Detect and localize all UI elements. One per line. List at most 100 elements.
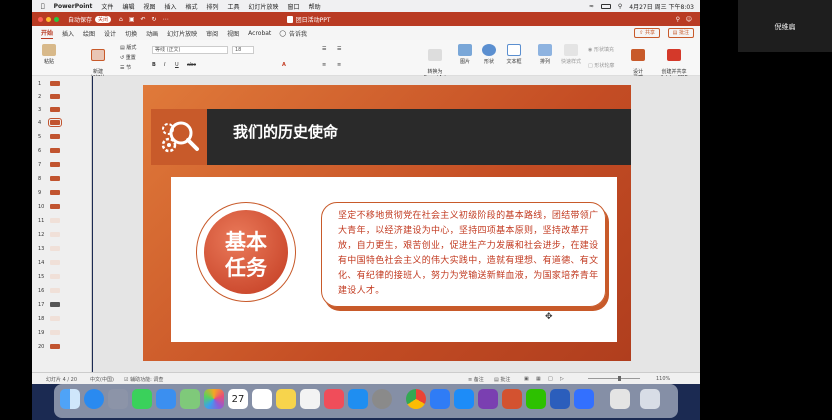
font-size-select[interactable]: 18: [232, 46, 254, 54]
shapes-button[interactable]: 形状: [480, 44, 498, 65]
slide-thumbnail[interactable]: 7: [38, 160, 88, 170]
slide-thumbnail[interactable]: 17: [38, 300, 88, 310]
layout-button[interactable]: ▤ 版式: [120, 44, 136, 51]
tab-view[interactable]: 视图: [227, 29, 239, 38]
strikethrough-button[interactable]: abc: [187, 62, 196, 68]
news-icon[interactable]: [324, 389, 344, 409]
tab-design[interactable]: 设计: [104, 29, 116, 38]
reading-view-icon[interactable]: □: [548, 376, 553, 382]
slide-thumbnail[interactable]: 16: [38, 286, 88, 296]
menu-insert[interactable]: 插入: [164, 2, 176, 11]
align-center-icon[interactable]: ≡: [337, 62, 341, 68]
wechat-icon[interactable]: [526, 389, 546, 409]
safari-icon[interactable]: [84, 389, 104, 409]
feishu-icon[interactable]: [430, 389, 450, 409]
slide-thumbnail[interactable]: 14: [38, 258, 88, 268]
tab-insert[interactable]: 插入: [62, 29, 74, 38]
menu-file[interactable]: 文件: [101, 2, 113, 11]
slide-thumbnail[interactable]: 3: [38, 105, 88, 115]
menubar-clock[interactable]: 4月27日 周三 下午8:03: [629, 2, 694, 11]
menu-tools[interactable]: 工具: [228, 2, 240, 11]
tab-animations[interactable]: 动画: [146, 29, 158, 38]
downloads-stack-icon[interactable]: [610, 389, 630, 409]
current-slide[interactable]: 我们的历史使命 基本 任务 坚定不移地贯彻党在社会主义初级阶段的基本路线，团结带…: [143, 85, 631, 361]
autosave-toggle[interactable]: 关闭: [95, 15, 112, 23]
share-button[interactable]: ⇧ 共享: [634, 28, 660, 38]
zoom-slider[interactable]: [588, 378, 640, 379]
tab-transitions[interactable]: 切换: [125, 29, 137, 38]
slide-header-bar[interactable]: 我们的历史使命: [151, 109, 631, 165]
textbox-button[interactable]: 文本框: [504, 44, 524, 65]
slide-thumbnail[interactable]: 15: [38, 272, 88, 282]
mission-text-box[interactable]: 坚定不移地贯彻党在社会主义初级阶段的基本路线，团结带领广大青年，以经济建设为中心…: [321, 202, 606, 307]
tab-slideshow[interactable]: 幻灯片放映: [167, 29, 197, 38]
comments-button[interactable]: ▤ 批注: [667, 28, 694, 38]
sorter-view-icon[interactable]: ▦: [536, 376, 541, 382]
bold-button[interactable]: B: [152, 62, 156, 68]
bullets-icon[interactable]: ☰: [322, 46, 326, 52]
zoom-window-button[interactable]: [54, 16, 59, 22]
slide-thumbnail[interactable]: 5: [38, 132, 88, 142]
picture-button[interactable]: 图片: [456, 44, 474, 65]
slide-thumbnail[interactable]: 8: [38, 174, 88, 184]
account-icon[interactable]: ☺: [686, 16, 692, 23]
search-icon[interactable]: ⚲: [618, 3, 622, 10]
messages-icon[interactable]: [132, 389, 152, 409]
close-window-button[interactable]: [38, 16, 43, 22]
notes-icon[interactable]: [276, 389, 296, 409]
zoom-level[interactable]: 110%: [656, 376, 670, 382]
menu-help[interactable]: 帮助: [309, 2, 321, 11]
zoom-slider-thumb[interactable]: [618, 376, 621, 381]
onenote-icon[interactable]: [478, 389, 498, 409]
paste-button[interactable]: 粘贴: [38, 44, 60, 65]
menu-app-name[interactable]: PowerPoint: [54, 3, 93, 10]
menu-arrange[interactable]: 排列: [207, 2, 219, 11]
word-icon[interactable]: [550, 389, 570, 409]
shape-outline-button[interactable]: □ 形状轮廓: [588, 62, 614, 69]
slide-thumbnail[interactable]: 1: [38, 79, 88, 89]
font-color-button[interactable]: A: [282, 62, 286, 68]
notes-button[interactable]: ≡ 备注: [468, 376, 484, 383]
task-circle[interactable]: 基本 任务: [196, 202, 296, 302]
status-comments-button[interactable]: ▤ 批注: [494, 376, 510, 383]
freeform-icon[interactable]: [300, 389, 320, 409]
dingtalk-icon[interactable]: [454, 389, 474, 409]
slide-thumbnail[interactable]: 11: [38, 216, 88, 226]
italic-button[interactable]: I: [164, 62, 165, 68]
menu-window[interactable]: 窗口: [288, 2, 300, 11]
tab-acrobat[interactable]: Acrobat: [248, 30, 271, 37]
more-icon[interactable]: ⋯: [163, 16, 169, 23]
menu-view[interactable]: 视图: [143, 2, 155, 11]
tell-me-field[interactable]: 告诉我: [289, 29, 307, 38]
slide-thumbnail[interactable]: 12: [38, 230, 88, 240]
wifi-icon[interactable]: ≈: [589, 3, 594, 10]
slide-thumbnail[interactable]: 20: [38, 342, 88, 352]
tab-review[interactable]: 审阅: [206, 29, 218, 38]
launchpad-icon[interactable]: [108, 389, 128, 409]
shape-fill-button[interactable]: ◉ 形状填充: [588, 46, 614, 53]
system-settings-icon[interactable]: [372, 389, 392, 409]
finder-icon[interactable]: [60, 389, 80, 409]
language-status[interactable]: 中文(中国): [90, 376, 114, 383]
align-left-icon[interactable]: ≡: [322, 62, 326, 68]
undo-icon[interactable]: ↶: [141, 16, 146, 23]
font-family-select[interactable]: 等线 (正文): [152, 46, 228, 54]
accessibility-status[interactable]: ☑ 辅助功能: 调查: [124, 376, 163, 383]
tab-draw[interactable]: 绘图: [83, 29, 95, 38]
slide-thumbnail[interactable]: 19: [38, 328, 88, 338]
menu-format[interactable]: 格式: [185, 2, 197, 11]
redo-icon[interactable]: ↻: [152, 16, 157, 23]
slide-thumbnail[interactable]: 10: [38, 202, 88, 212]
apple-icon[interactable]: : [41, 3, 45, 10]
underline-button[interactable]: U: [175, 62, 179, 68]
calendar-icon[interactable]: 27: [228, 389, 248, 409]
tab-home[interactable]: 开始: [41, 28, 54, 39]
reset-button[interactable]: ↺ 重置: [120, 54, 136, 61]
slide-thumbnail-selected[interactable]: 4: [38, 118, 88, 128]
quick-styles-button[interactable]: 快速样式: [556, 44, 586, 65]
battery-icon[interactable]: [600, 3, 611, 9]
powerpoint-icon[interactable]: [502, 389, 522, 409]
numbering-icon[interactable]: ☰: [337, 46, 341, 52]
photos-icon[interactable]: [204, 389, 224, 409]
slideshow-view-icon[interactable]: ▷: [560, 376, 564, 382]
